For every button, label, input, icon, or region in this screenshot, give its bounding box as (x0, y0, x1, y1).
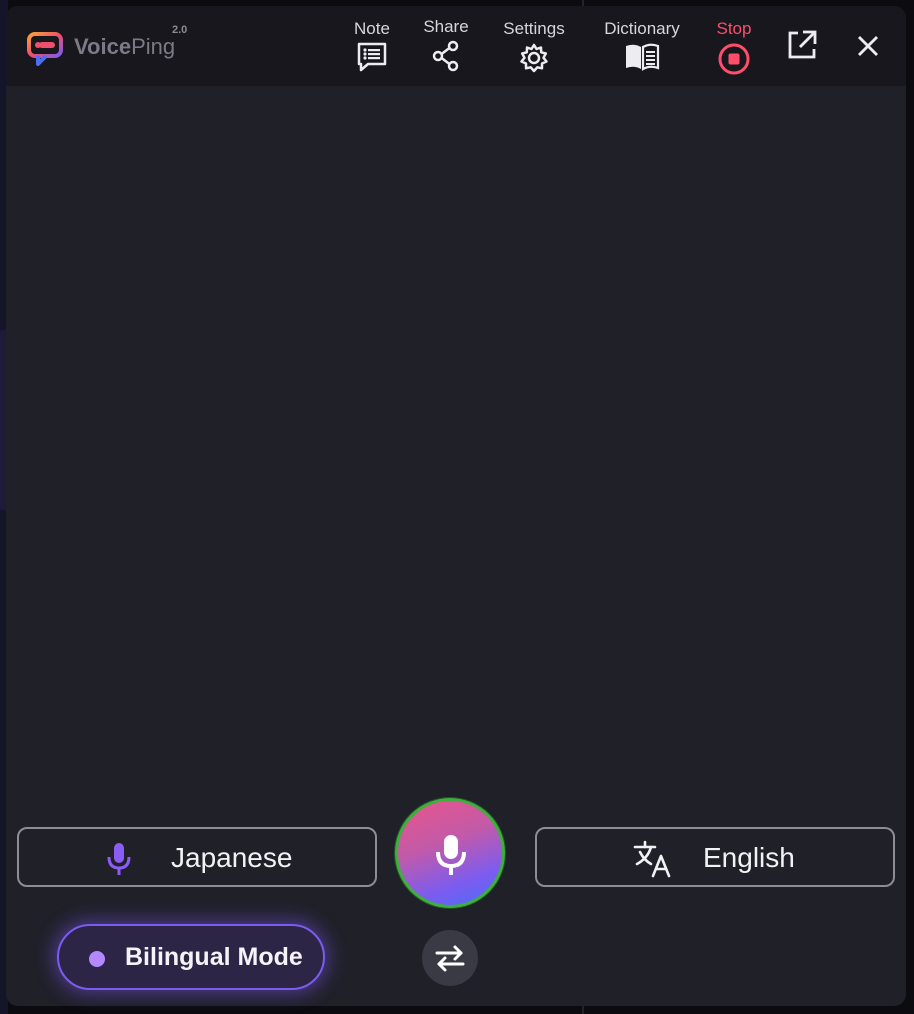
main-microphone-button[interactable] (395, 798, 505, 908)
app-version: 2.0 (172, 24, 188, 36)
settings-label: Settings (503, 19, 565, 38)
external-link-icon (788, 30, 817, 59)
stop-circle-icon (718, 43, 750, 75)
book-icon (626, 43, 660, 71)
popout-button[interactable] (784, 27, 820, 63)
transcript-area[interactable] (6, 86, 906, 786)
translate-icon (633, 840, 671, 878)
title-bar[interactable]: VoicePing 2.0 Note Share Settings Dictio… (6, 6, 906, 86)
stop-button[interactable]: Stop (712, 16, 756, 78)
dictionary-label: Dictionary (604, 19, 680, 38)
stop-label: Stop (716, 19, 752, 38)
app-logo: VoicePing 2.0 (26, 24, 196, 66)
note-button[interactable]: Note (346, 16, 398, 78)
settings-button[interactable]: Settings (494, 16, 574, 78)
bilingual-mode-indicator-dot (89, 951, 105, 967)
app-name: VoicePing (74, 34, 175, 60)
close-icon (858, 36, 878, 56)
share-label: Share (423, 17, 469, 36)
close-button[interactable] (850, 28, 886, 64)
target-language-button[interactable]: English (535, 827, 895, 887)
source-language-label: Japanese (171, 842, 293, 873)
share-button[interactable]: Share (418, 14, 474, 76)
voiceping-logo-icon (27, 32, 63, 66)
microphone-icon (436, 835, 466, 875)
note-label: Note (354, 19, 390, 38)
app-name-regular: Ping (131, 34, 176, 59)
swap-languages-button[interactable] (422, 930, 478, 986)
bilingual-mode-toggle[interactable]: Bilingual Mode (57, 924, 325, 990)
note-list-icon (357, 42, 387, 72)
gear-icon (520, 43, 548, 73)
app-name-bold: Voice (74, 34, 132, 59)
source-language-button[interactable]: Japanese (17, 827, 377, 887)
share-icon (432, 40, 459, 72)
target-language-label: English (703, 842, 795, 873)
bilingual-mode-label: Bilingual Mode (125, 943, 303, 971)
microphone-icon (107, 843, 131, 875)
dictionary-button[interactable]: Dictionary (596, 16, 688, 78)
swap-arrows-icon (435, 945, 465, 972)
